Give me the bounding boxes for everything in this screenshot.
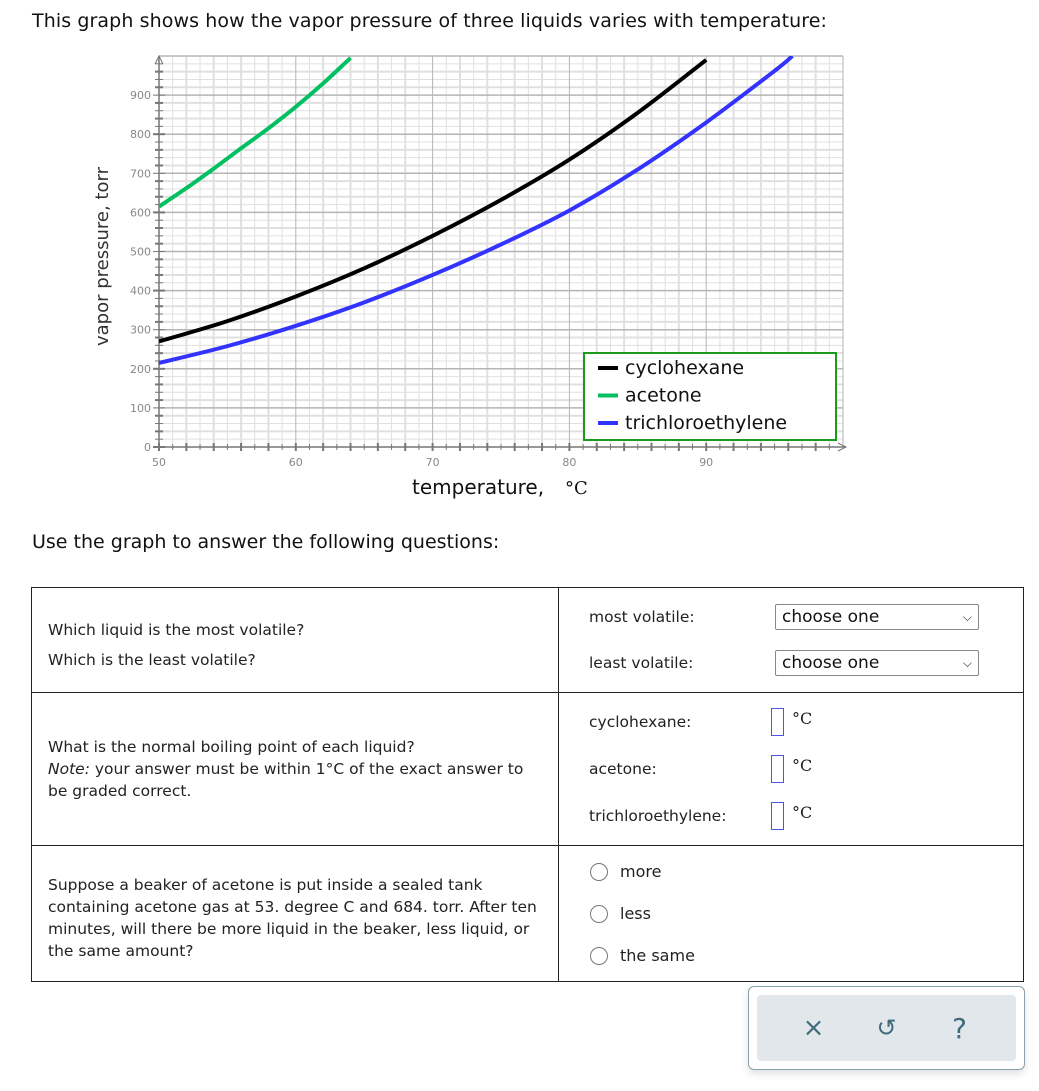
note-label: Note: — [48, 760, 90, 778]
x-axis-label: temperature, — [412, 475, 544, 499]
unit-label: °C — [792, 802, 813, 822]
y-tick-label: 800 — [130, 128, 151, 141]
question-row-volatility: Which liquid is the most volatile? Which… — [31, 587, 1024, 693]
x-axis-unit: °C — [565, 478, 588, 499]
radio-option-more[interactable]: more — [590, 851, 993, 893]
y-tick-label: 700 — [130, 167, 151, 180]
trichloroethylene-label: trichloroethylene: — [589, 807, 727, 825]
x-tick-label: 80 — [562, 456, 576, 469]
cyclohexane-boiling-point-input[interactable] — [771, 708, 784, 736]
unit-label: °C — [792, 708, 813, 728]
select-value: choose one — [782, 607, 880, 627]
cyclohexane-label: cyclohexane: — [589, 713, 692, 731]
clear-icon[interactable]: × — [794, 1013, 834, 1043]
y-tick-label: 500 — [130, 246, 151, 259]
question-cell: Suppose a beaker of acetone is put insid… — [31, 845, 559, 982]
question-cell: What is the normal boiling point of each… — [31, 692, 559, 846]
acetone-label: acetone: — [589, 760, 657, 778]
y-tick-label: 0 — [144, 441, 151, 454]
instructions-heading: Use the graph to answer the following qu… — [32, 531, 500, 553]
undo-icon[interactable]: ↺ — [867, 1014, 907, 1042]
y-tick-label: 600 — [130, 206, 151, 219]
answer-cell: more less the same — [558, 845, 1024, 982]
note-text: your answer must be within 1°C of the ex… — [48, 760, 524, 800]
answer-cell: cyclohexane: °C acetone: °C trichloroeth… — [558, 692, 1024, 846]
y-tick-label: 100 — [130, 402, 151, 415]
least-volatile-select[interactable]: choose one ⌵ — [775, 650, 979, 676]
radio-button[interactable] — [590, 904, 608, 923]
x-tick-label: 90 — [699, 456, 713, 469]
radio-option-less[interactable]: less — [590, 893, 993, 935]
y-tick-label: 300 — [130, 324, 151, 337]
answer-row-least-volatile: least volatile: choose one ⌵ — [589, 640, 993, 686]
radio-button[interactable] — [590, 862, 608, 881]
questions-table: Which liquid is the most volatile? Which… — [31, 587, 1024, 982]
question-row-boiling-point: What is the normal boiling point of each… — [31, 692, 1024, 846]
y-tick-label: 900 — [130, 89, 151, 102]
answer-toolbar: × ↺ ? — [748, 986, 1025, 1070]
chevron-down-icon: ⌵ — [962, 655, 972, 670]
select-value: choose one — [782, 653, 880, 673]
radio-label: the same — [620, 946, 695, 965]
radio-label: more — [620, 862, 662, 881]
unit-label: °C — [792, 755, 813, 775]
toolbar-inner: × ↺ ? — [757, 995, 1016, 1061]
question-note: Note: your answer must be within 1°C of … — [48, 758, 542, 802]
question-text: Which liquid is the most volatile? — [48, 621, 305, 639]
legend-label-trichloroethylene: trichloroethylene — [625, 412, 787, 434]
chevron-down-icon: ⌵ — [962, 609, 972, 624]
question-text: Which is the least volatile? — [48, 651, 256, 669]
legend: cyclohexane acetone trichloroethylene — [583, 352, 837, 441]
legend-label-cyclohexane: cyclohexane — [625, 357, 744, 379]
intro-text: This graph shows how the vapor pressure … — [32, 10, 828, 32]
x-tick-label: 50 — [152, 456, 166, 469]
answer-cell: most volatile: choose one ⌵ least volati… — [558, 587, 1024, 693]
vapor-pressure-chart: 50 60 70 80 900100200300400500600700800900 c… — [92, 54, 848, 499]
boiling-point-row: acetone: °C — [589, 746, 993, 793]
help-icon[interactable]: ? — [940, 1012, 980, 1045]
trichloroethylene-boiling-point-input[interactable] — [771, 802, 784, 830]
question-row-equilibrium: Suppose a beaker of acetone is put insid… — [31, 845, 1024, 982]
least-volatile-label: least volatile: — [589, 654, 694, 672]
acetone-boiling-point-input[interactable] — [771, 755, 784, 783]
answer-row-most-volatile: most volatile: choose one ⌵ — [589, 594, 993, 640]
y-axis-label: vapor pressure, torr — [92, 166, 113, 346]
most-volatile-select[interactable]: choose one ⌵ — [775, 604, 979, 630]
question-text: Suppose a beaker of acetone is put insid… — [48, 875, 537, 960]
boiling-point-row: trichloroethylene: °C — [589, 793, 993, 840]
x-tick-label: 70 — [426, 456, 440, 469]
radio-label: less — [620, 904, 651, 923]
radio-button[interactable] — [590, 946, 608, 965]
question-text: What is the normal boiling point of each… — [48, 738, 415, 756]
y-tick-label: 400 — [130, 285, 151, 298]
most-volatile-label: most volatile: — [589, 608, 695, 626]
question-cell: Which liquid is the most volatile? Which… — [31, 587, 559, 693]
y-tick-label: 200 — [130, 363, 151, 376]
legend-label-acetone: acetone — [625, 385, 702, 407]
radio-option-same[interactable]: the same — [590, 935, 993, 977]
boiling-point-row: cyclohexane: °C — [589, 699, 993, 746]
x-tick-label: 60 — [289, 456, 303, 469]
